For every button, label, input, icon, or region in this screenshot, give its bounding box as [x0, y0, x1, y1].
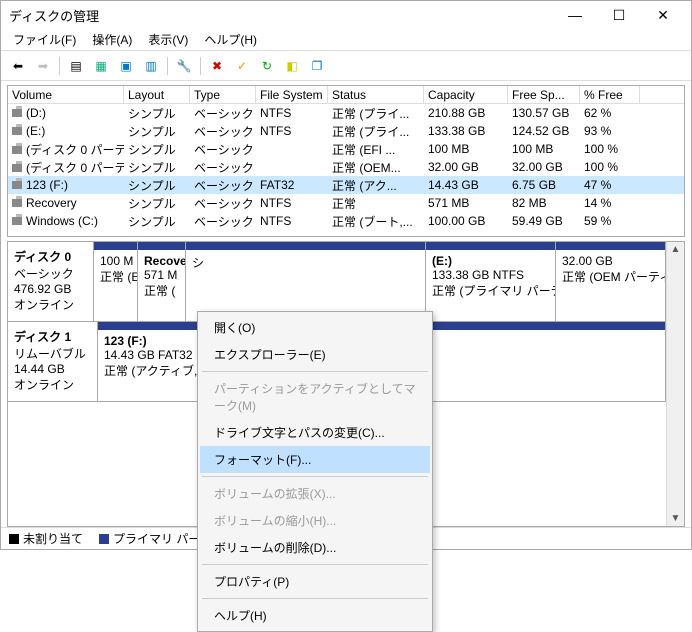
- toolbar: ⬅ ➡ ▤ ▦ ▣ ▥ 🔧 ✖ ✓ ↻ ◧ ❐: [1, 51, 691, 81]
- partition[interactable]: 32.00 GB正常 (OEM パーティシ: [556, 242, 666, 321]
- partition[interactable]: 100 M正常 (E: [94, 242, 138, 321]
- volume-row[interactable]: (ディスク 0 パーティショ...シンプルベーシック正常 (OEM...32.0…: [8, 158, 684, 176]
- col-capacity[interactable]: Capacity: [424, 86, 508, 104]
- volume-row[interactable]: (E:)シンプルベーシックNTFS正常 (プライ...133.38 GB124.…: [8, 122, 684, 140]
- legend-primary-swatch: [99, 534, 109, 544]
- scroll-down-icon[interactable]: ▼: [667, 511, 684, 526]
- ctx-mark-active: パーティションをアクティブとしてマーク(M): [200, 375, 430, 419]
- partition[interactable]: Recove571 M正常 (: [138, 242, 186, 321]
- ctx-help[interactable]: ヘルプ(H): [200, 602, 430, 629]
- volume-row[interactable]: 123 (F:)シンプルベーシックFAT32正常 (アク...14.43 GB6…: [8, 176, 684, 194]
- toolbar-icon-5[interactable]: ◧: [281, 55, 303, 77]
- titlebar: ディスクの管理 — ☐ ✕: [1, 1, 691, 29]
- volume-row[interactable]: (D:)シンプルベーシックNTFS正常 (プライ...210.88 GB130.…: [8, 104, 684, 122]
- volume-list-header: Volume Layout Type File System Status Ca…: [8, 86, 684, 104]
- context-menu: 開く(O) エクスプローラー(E) パーティションをアクティブとしてマーク(M)…: [197, 311, 433, 632]
- menu-view[interactable]: 表示(V): [140, 29, 196, 50]
- col-volume[interactable]: Volume: [8, 86, 124, 104]
- toolbar-icon-3[interactable]: ▣: [115, 55, 137, 77]
- rescan-icon[interactable]: ↻: [256, 55, 278, 77]
- col-status[interactable]: Status: [328, 86, 424, 104]
- legend-unallocated-swatch: [9, 534, 19, 544]
- partition[interactable]: シ: [186, 242, 426, 321]
- ctx-open[interactable]: 開く(O): [200, 314, 430, 341]
- scroll-up-icon[interactable]: ▲: [667, 242, 684, 257]
- volume-row[interactable]: RecoveryシンプルベーシックNTFS正常571 MB82 MB14 %: [8, 194, 684, 212]
- col-layout[interactable]: Layout: [124, 86, 190, 104]
- window-title: ディスクの管理: [7, 6, 553, 25]
- ctx-delete[interactable]: ボリュームの削除(D)...: [200, 534, 430, 561]
- disk-header-1[interactable]: ディスク 1 リムーバブル 14.44 GB オンライン: [8, 322, 98, 401]
- ctx-shrink: ボリュームの縮小(H)...: [200, 507, 430, 534]
- properties-icon[interactable]: 🔧: [173, 55, 195, 77]
- col-pct[interactable]: % Free: [580, 86, 640, 104]
- toolbar-icon-4[interactable]: ▥: [140, 55, 162, 77]
- ctx-extend: ボリュームの拡張(X)...: [200, 480, 430, 507]
- partition[interactable]: (E:)133.38 GB NTFS正常 (プライマリ パーティシ: [426, 242, 556, 321]
- back-icon[interactable]: ⬅: [7, 55, 29, 77]
- close-button[interactable]: ✕: [641, 1, 685, 29]
- menu-action[interactable]: 操作(A): [84, 29, 140, 50]
- minimize-button[interactable]: —: [553, 1, 597, 29]
- scrollbar[interactable]: ▲ ▼: [666, 242, 684, 526]
- col-free[interactable]: Free Sp...: [508, 86, 580, 104]
- delete-icon[interactable]: ✖: [206, 55, 228, 77]
- ctx-explorer[interactable]: エクスプローラー(E): [200, 341, 430, 368]
- ctx-format[interactable]: フォーマット(F)...: [200, 446, 430, 473]
- volume-row[interactable]: (ディスク 0 パーティショ...シンプルベーシック正常 (EFI ...100…: [8, 140, 684, 158]
- menubar: ファイル(F) 操作(A) 表示(V) ヘルプ(H): [1, 29, 691, 51]
- col-fs[interactable]: File System: [256, 86, 328, 104]
- menu-help[interactable]: ヘルプ(H): [196, 29, 265, 50]
- ctx-change-drive-letter[interactable]: ドライブ文字とパスの変更(C)...: [200, 419, 430, 446]
- ctx-properties[interactable]: プロパティ(P): [200, 568, 430, 595]
- volume-list: Volume Layout Type File System Status Ca…: [7, 85, 685, 237]
- toolbar-icon-6[interactable]: ❐: [306, 55, 328, 77]
- volume-row[interactable]: Windows (C:)シンプルベーシックNTFS正常 (ブート,...100.…: [8, 212, 684, 230]
- col-type[interactable]: Type: [190, 86, 256, 104]
- toolbar-icon-2[interactable]: ▦: [90, 55, 112, 77]
- disk-row-0: ディスク 0 ベーシック 476.92 GB オンライン 100 M正常 (ER…: [8, 242, 666, 322]
- check-icon[interactable]: ✓: [231, 55, 253, 77]
- forward-icon[interactable]: ➡: [32, 55, 54, 77]
- menu-file[interactable]: ファイル(F): [5, 29, 84, 50]
- toolbar-icon-1[interactable]: ▤: [65, 55, 87, 77]
- maximize-button[interactable]: ☐: [597, 1, 641, 29]
- disk-header-0[interactable]: ディスク 0 ベーシック 476.92 GB オンライン: [8, 242, 94, 321]
